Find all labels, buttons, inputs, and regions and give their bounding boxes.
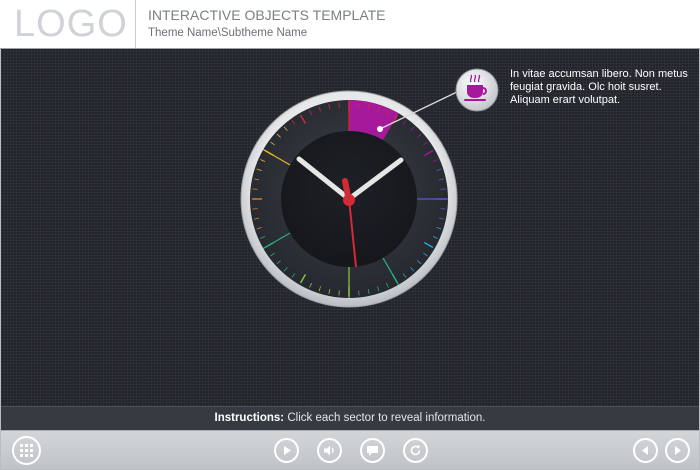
clock-tick [252, 208, 258, 210]
clock-tick [358, 290, 360, 296]
instructions-bar: Instructions: Click each sector to revea… [1, 406, 699, 430]
prev-icon [642, 446, 648, 455]
volume-icon [324, 445, 334, 456]
clock-tick [338, 290, 340, 296]
captions-button[interactable] [360, 438, 385, 463]
play-icon [284, 446, 291, 455]
header: LOGO INTERACTIVE OBJECTS TEMPLATE Theme … [0, 0, 700, 49]
callout-text: In vitae accumsan libero. Non metus feug… [510, 68, 688, 106]
replay-icon [410, 445, 421, 456]
volume-button[interactable] [317, 438, 342, 463]
logo: LOGO [0, 0, 136, 48]
instructions-text: Click each sector to reveal information. [284, 412, 486, 424]
next-icon [675, 446, 681, 455]
next-button[interactable] [665, 438, 690, 463]
clock-pin [343, 194, 355, 206]
stage: In vitae accumsan libero. Non metus feug… [1, 49, 699, 406]
captions-icon [367, 446, 378, 456]
page-subtitle: Theme Name\Subtheme Name [148, 27, 308, 39]
play-button[interactable] [274, 438, 299, 463]
callout-badge[interactable] [455, 68, 499, 112]
clock-tick [440, 208, 446, 210]
bottom-toolbar [1, 430, 699, 469]
clock-tick [252, 188, 258, 190]
prev-button[interactable] [633, 438, 658, 463]
instructions-label: Instructions: [214, 412, 285, 424]
grid-menu-icon [20, 444, 33, 457]
menu-button[interactable] [12, 436, 41, 465]
clock-tick [338, 102, 340, 108]
replay-button[interactable] [403, 438, 428, 463]
page-title: INTERACTIVE OBJECTS TEMPLATE [148, 7, 386, 23]
clock-tick [358, 102, 360, 108]
callout-dot [377, 126, 383, 132]
clock-tick [440, 188, 446, 190]
